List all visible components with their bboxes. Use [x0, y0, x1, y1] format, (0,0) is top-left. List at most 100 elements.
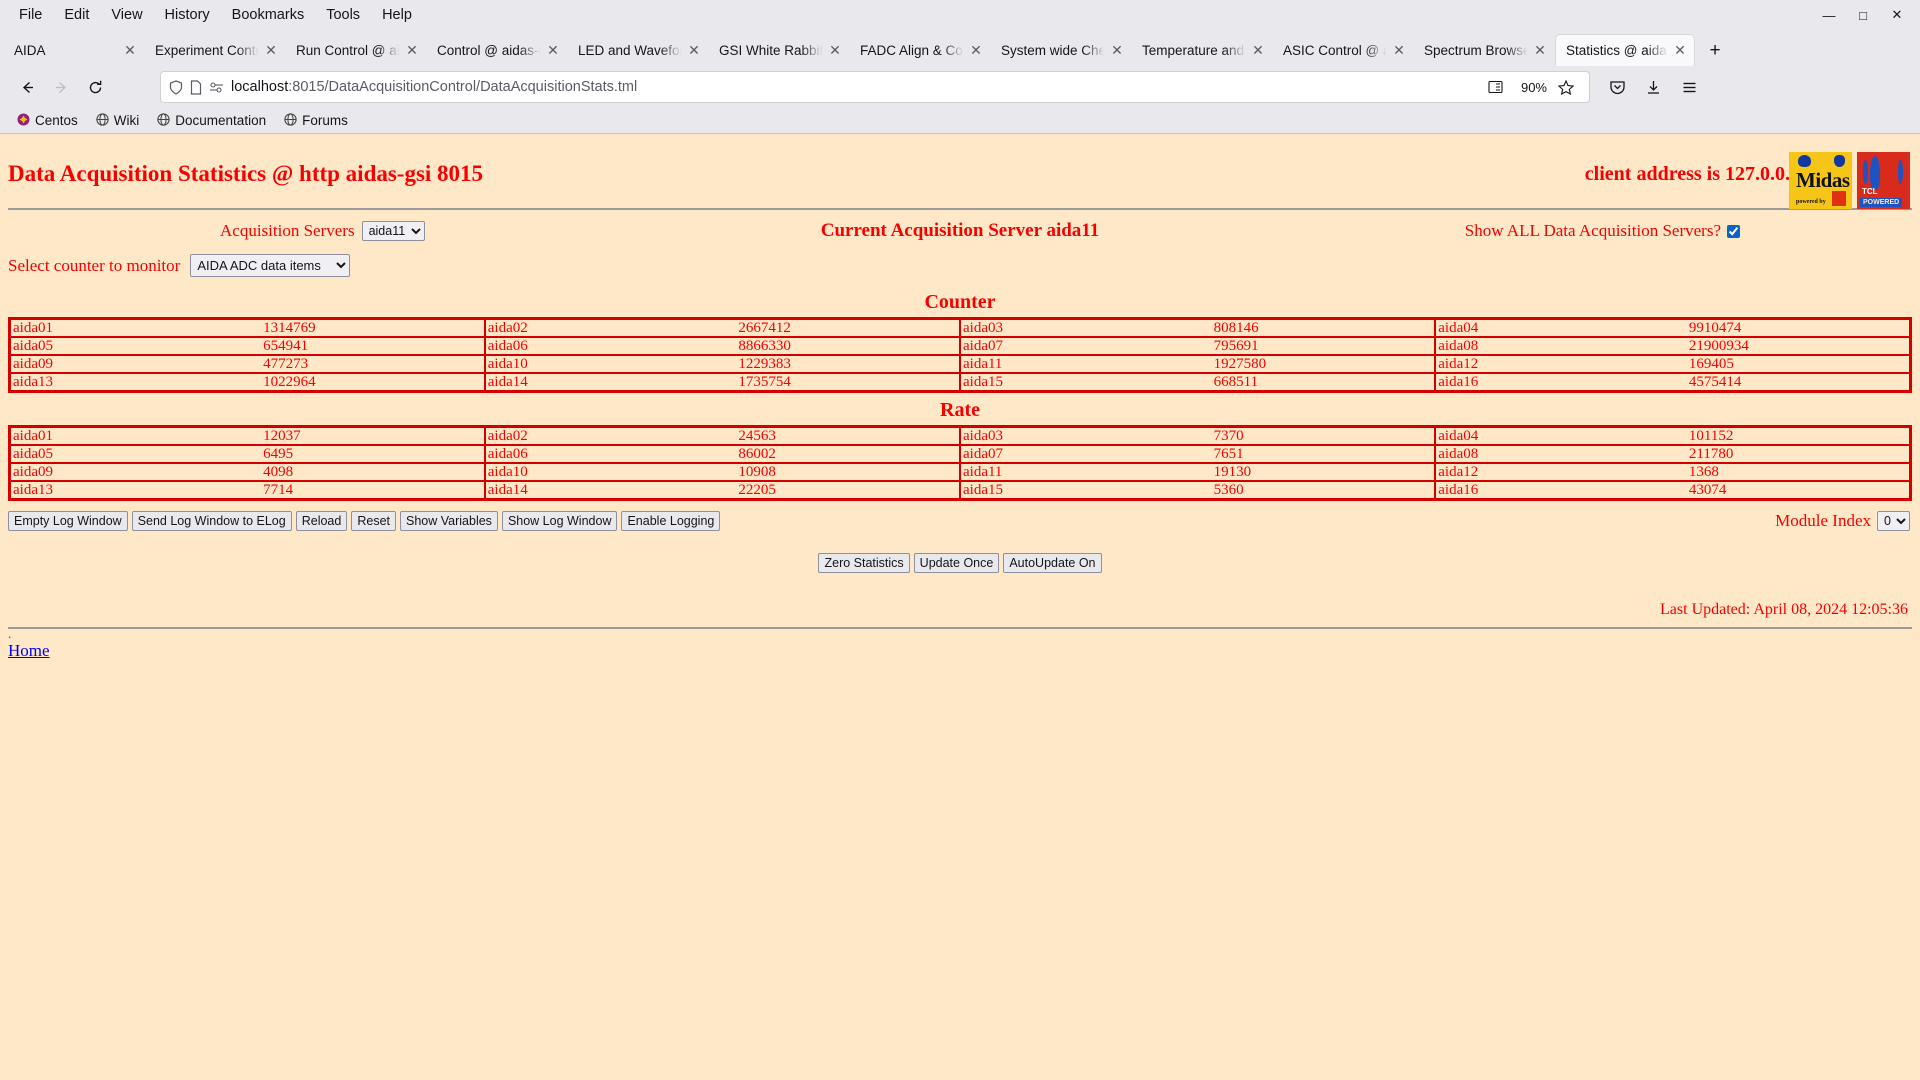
minimize-icon[interactable]: — [1812, 1, 1846, 29]
home-link[interactable]: Home [8, 641, 50, 660]
page-info-icon[interactable] [190, 79, 202, 95]
close-icon[interactable]: ✕ [827, 42, 843, 59]
tab-label: GSI White Rabbit Time [719, 42, 827, 58]
close-icon[interactable]: ✕ [1391, 42, 1407, 59]
counter-cell-name: aida04 [1434, 317, 1673, 338]
acquisition-servers-select[interactable]: aida11 [361, 221, 425, 241]
tab-run-control[interactable]: Run Control @ aidas-gsi ✕ [286, 34, 426, 66]
rate-cell-value: 1368 [1672, 462, 1912, 482]
tab-temperature[interactable]: Temperature and status ✕ [1132, 34, 1272, 66]
zero-statistics-button[interactable]: Zero Statistics [818, 553, 910, 573]
close-icon[interactable]: ✕ [1880, 1, 1914, 29]
bookmark-documentation[interactable]: Documentation [150, 111, 273, 131]
close-icon[interactable]: ✕ [1532, 42, 1548, 59]
menu-file[interactable]: File [8, 4, 53, 26]
bookmark-forums[interactable]: Forums [277, 111, 355, 131]
show-log-window-button[interactable]: Show Log Window [501, 511, 618, 531]
close-icon[interactable]: ✕ [968, 42, 984, 59]
show-variables-button[interactable]: Show Variables [400, 511, 498, 531]
close-icon[interactable]: ✕ [545, 42, 561, 59]
tab-label: Experiment Control @ aidas-gsi [155, 42, 263, 58]
app-menu-icon[interactable] [1672, 71, 1706, 103]
counter-cell-value: 795691 [1197, 336, 1437, 356]
tab-spectrum-browser[interactable]: Spectrum Browser ✕ [1414, 34, 1554, 66]
tab-led-waveform[interactable]: LED and Waveform Control ✕ [568, 34, 708, 66]
reload-icon[interactable] [78, 71, 112, 103]
tab-label: AIDA [14, 42, 46, 58]
menu-tools[interactable]: Tools [315, 4, 371, 26]
counter-table-title: Counter [924, 291, 996, 313]
close-icon[interactable]: ✕ [1250, 42, 1266, 59]
tab-label: Run Control @ aidas-gsi [296, 42, 404, 58]
counter-cell-name: aida01 [8, 317, 248, 338]
bookmark-centos[interactable]: Centos [10, 111, 85, 131]
reload-button[interactable]: Reload [295, 511, 348, 531]
tab-white-rabbit[interactable]: GSI White Rabbit Time ✕ [709, 34, 849, 66]
table-row: aida05 654941 aida06 8866330 aida07 7956… [8, 336, 1912, 356]
rate-cell-name: aida11 [959, 462, 1198, 482]
update-once-button[interactable]: Update Once [913, 553, 1000, 573]
module-index-select[interactable]: 0 [1877, 511, 1910, 531]
tab-asic-control[interactable]: ASIC Control @ aidas-gsi ✕ [1273, 34, 1413, 66]
reader-view-icon[interactable] [1488, 80, 1503, 94]
menu-edit[interactable]: Edit [53, 4, 100, 26]
navigation-bar: localhost:8015/DataAcquisitionControl/Da… [0, 66, 1920, 108]
rate-cell-name: aida14 [483, 480, 723, 501]
bookmark-star-icon[interactable] [1558, 79, 1574, 95]
tab-statistics[interactable]: Statistics @ aidas-gsi ✕ [1555, 34, 1695, 66]
show-all-servers-checkbox[interactable] [1727, 224, 1740, 238]
close-icon[interactable]: ✕ [122, 42, 138, 59]
new-tab-button[interactable]: + [1700, 36, 1730, 66]
pocket-icon[interactable] [1600, 71, 1634, 103]
tcl-feather-icon [1870, 156, 1880, 190]
midas-powered-text: powered by [1796, 199, 1826, 205]
autoupdate-button[interactable]: AutoUpdate On [1003, 553, 1102, 573]
close-icon[interactable]: ✕ [404, 42, 420, 59]
rate-cell-value: 19130 [1197, 462, 1437, 482]
rate-cell-name: aida03 [959, 425, 1198, 446]
empty-log-window-button[interactable]: Empty Log Window [8, 511, 128, 531]
url-text[interactable]: localhost:8015/DataAcquisitionControl/Da… [231, 79, 1488, 95]
menu-help[interactable]: Help [371, 4, 423, 26]
tab-label: Spectrum Browser [1424, 42, 1532, 58]
tab-system-checks[interactable]: System wide Checks ✕ [991, 34, 1131, 66]
bookmark-wiki[interactable]: Wiki [89, 111, 147, 131]
close-icon[interactable]: ✕ [1672, 42, 1688, 59]
reset-button[interactable]: Reset [351, 511, 396, 531]
close-icon[interactable]: ✕ [1109, 42, 1125, 59]
tab-experiment-control[interactable]: Experiment Control @ aidas-gsi ✕ [145, 34, 285, 66]
close-icon[interactable]: ✕ [263, 42, 279, 59]
tab-label: LED and Waveform Control [578, 42, 686, 58]
bookmarks-bar: Centos Wiki Documentation Forums [0, 108, 1920, 134]
client-address: client address is 127.0.0.1 [1584, 162, 1800, 185]
log-buttons-row: Empty Log Window Send Log Window to ELog… [0, 501, 1920, 535]
midas-badge-left-icon [1798, 155, 1811, 167]
logo-group: Midas powered by TCL POWERED [1789, 152, 1910, 209]
select-counter-label: Select counter to monitor [8, 255, 181, 275]
maximize-icon[interactable]: □ [1846, 1, 1880, 29]
close-icon[interactable]: ✕ [686, 42, 702, 59]
address-bar[interactable]: localhost:8015/DataAcquisitionControl/Da… [160, 71, 1590, 103]
menu-bar: File Edit View History Bookmarks Tools H… [0, 0, 1920, 30]
menu-history[interactable]: History [154, 4, 221, 26]
shield-icon[interactable] [169, 79, 183, 95]
enable-logging-button[interactable]: Enable Logging [621, 511, 721, 531]
back-icon[interactable] [10, 71, 44, 103]
rate-cell-name: aida01 [8, 425, 248, 446]
downloads-icon[interactable] [1636, 71, 1670, 103]
rate-cell-name: aida15 [959, 480, 1198, 501]
rate-cell-name: aida05 [8, 444, 248, 464]
tab-control[interactable]: Control @ aidas-gsi ✕ [427, 34, 567, 66]
tab-fadc-align[interactable]: FADC Align & Control ✕ [850, 34, 990, 66]
zoom-level-indicator[interactable]: 90% [1516, 78, 1552, 97]
menu-view[interactable]: View [100, 4, 153, 26]
counter-select-row: Select counter to monitor AIDA ADC data … [0, 250, 1920, 285]
rate-table-title: Rate [940, 399, 980, 421]
counter-cell-value: 1927580 [1197, 354, 1437, 374]
send-log-to-elog-button[interactable]: Send Log Window to ELog [131, 511, 292, 531]
tracking-protection-icon[interactable] [209, 81, 224, 94]
counter-select[interactable]: AIDA ADC data items [190, 254, 351, 277]
forward-icon [44, 71, 78, 103]
tab-aida[interactable]: AIDA ✕ [4, 34, 144, 66]
menu-bookmarks[interactable]: Bookmarks [221, 4, 316, 26]
